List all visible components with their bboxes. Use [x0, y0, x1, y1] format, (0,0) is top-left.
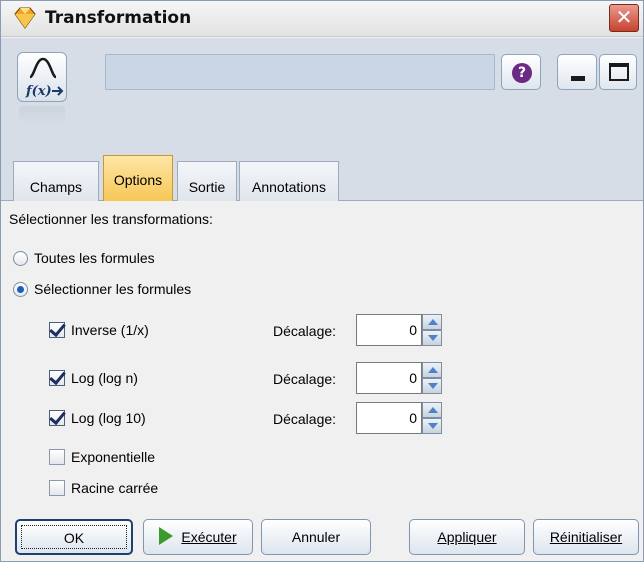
tab-bar: Champs Options Sortie Annotations	[1, 148, 643, 201]
spin-up-arrow-icon[interactable]	[422, 314, 442, 330]
checkbox[interactable]	[49, 322, 65, 338]
options-panel: Sélectionner les transformations: Toutes…	[1, 202, 643, 510]
node-header: f(x) ?	[1, 38, 643, 148]
dialog-footer: OK Exécuter Annuler Appliquer Réinitiali…	[1, 511, 643, 561]
cancel-button[interactable]: Annuler	[261, 519, 371, 555]
svg-text:f(x): f(x)	[25, 84, 52, 99]
help-icon: ?	[512, 63, 532, 83]
radio-all-formulas[interactable]: Toutes les formules	[13, 250, 155, 266]
log-n-offset-spinner: 0	[356, 362, 442, 394]
maximize-icon	[609, 63, 629, 81]
spin-down-arrow-icon[interactable]	[422, 378, 442, 394]
checkbox-label: Log (log 10)	[71, 410, 146, 426]
spin-up-arrow-icon[interactable]	[422, 402, 442, 418]
offset-label: Décalage:	[273, 411, 337, 427]
checkbox-square-root[interactable]: Racine carrée	[49, 480, 158, 496]
minimize-button[interactable]	[557, 54, 597, 90]
tab-champs[interactable]: Champs	[13, 161, 99, 201]
help-button[interactable]: ?	[501, 54, 541, 90]
checkbox-label: Log (log n)	[71, 370, 138, 386]
app-gem-icon	[14, 7, 36, 29]
checkbox[interactable]	[49, 370, 65, 386]
radio-select-formulas[interactable]: Sélectionner les formules	[13, 281, 191, 297]
checkbox-label: Inverse (1/x)	[71, 322, 149, 338]
tab-annotations[interactable]: Annotations	[239, 161, 339, 201]
apply-button[interactable]: Appliquer	[409, 519, 525, 555]
log-n-offset-input[interactable]: 0	[356, 362, 422, 394]
checkbox[interactable]	[49, 480, 65, 496]
close-icon: ✕	[615, 5, 633, 29]
checkbox-log-10[interactable]: Log (log 10)	[49, 410, 146, 426]
checkbox-label: Exponentielle	[71, 449, 156, 465]
transformation-dialog: Transformation ✕ f(x) ? Champs Options S…	[0, 0, 644, 562]
radio-label: Toutes les formules	[34, 250, 155, 266]
select-transformations-label: Sélectionner les transformations:	[9, 211, 213, 227]
radio-label: Sélectionner les formules	[34, 281, 192, 297]
tab-options[interactable]: Options	[103, 155, 173, 201]
function-curve-icon: f(x)	[25, 57, 64, 99]
maximize-button[interactable]	[599, 54, 637, 90]
tab-sortie[interactable]: Sortie	[177, 161, 237, 201]
checkbox-inverse[interactable]: Inverse (1/x)	[49, 322, 149, 338]
run-play-icon	[159, 527, 174, 545]
inverse-offset-spinner: 0	[356, 314, 442, 346]
title-bar[interactable]: Transformation ✕	[1, 1, 643, 37]
checkbox[interactable]	[49, 449, 65, 465]
offset-label: Décalage:	[273, 371, 337, 387]
spin-down-arrow-icon[interactable]	[422, 330, 442, 346]
radio-button[interactable]	[13, 251, 28, 266]
run-button[interactable]: Exécuter	[143, 519, 253, 555]
offset-label: Décalage:	[273, 323, 337, 339]
ok-button[interactable]: OK	[15, 519, 133, 555]
close-button[interactable]: ✕	[609, 4, 639, 32]
radio-button[interactable]	[13, 282, 28, 297]
checkbox-label: Racine carrée	[71, 480, 159, 496]
spin-down-arrow-icon[interactable]	[422, 418, 442, 434]
reset-label: Réinitialiser	[549, 529, 623, 545]
cancel-label: Annuler	[291, 529, 341, 545]
reset-button[interactable]: Réinitialiser	[533, 519, 639, 555]
log-10-offset-spinner: 0	[356, 402, 442, 434]
checkbox-exponential[interactable]: Exponentielle	[49, 449, 155, 465]
minimize-icon	[571, 76, 585, 81]
apply-label: Appliquer	[437, 529, 497, 545]
log-10-offset-input[interactable]: 0	[356, 402, 422, 434]
node-name-field[interactable]	[105, 54, 495, 90]
window-title: Transformation	[45, 8, 192, 28]
transform-node-icon[interactable]: f(x)	[17, 52, 67, 102]
checkbox[interactable]	[49, 410, 65, 426]
spin-up-arrow-icon[interactable]	[422, 362, 442, 378]
run-label: Exécuter	[181, 529, 237, 545]
focus-ring	[21, 525, 127, 549]
checkbox-log-n[interactable]: Log (log n)	[49, 370, 138, 386]
node-icon-reflection	[19, 106, 65, 124]
inverse-offset-input[interactable]: 0	[356, 314, 422, 346]
